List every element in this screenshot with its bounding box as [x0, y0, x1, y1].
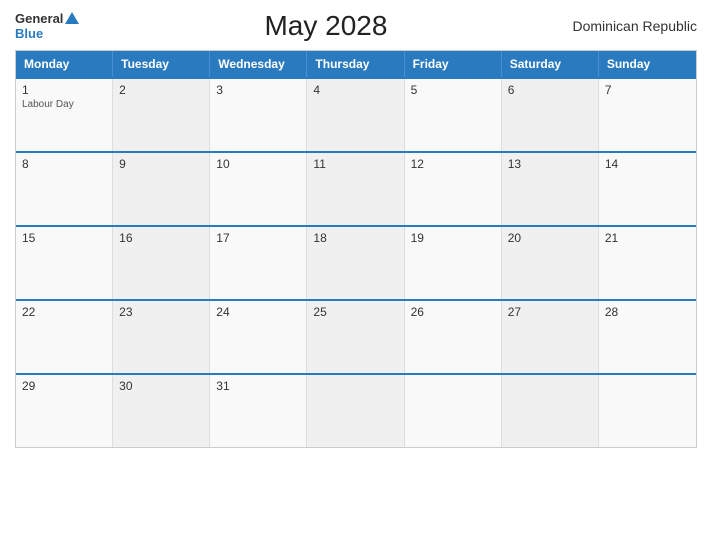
day-number: 10	[216, 157, 300, 171]
day-number: 15	[22, 231, 106, 245]
calendar-cell	[502, 375, 599, 447]
header-cell-thursday: Thursday	[307, 51, 404, 77]
calendar-cell: 12	[405, 153, 502, 225]
calendar-cell: 22	[16, 301, 113, 373]
day-number: 27	[508, 305, 592, 319]
calendar-cell: 23	[113, 301, 210, 373]
day-number: 14	[605, 157, 690, 171]
calendar-cell: 28	[599, 301, 696, 373]
header-cell-wednesday: Wednesday	[210, 51, 307, 77]
day-number: 13	[508, 157, 592, 171]
day-number: 1	[22, 83, 106, 97]
day-number: 25	[313, 305, 397, 319]
header-cell-tuesday: Tuesday	[113, 51, 210, 77]
header-cell-saturday: Saturday	[502, 51, 599, 77]
day-number: 9	[119, 157, 203, 171]
calendar-cell: 8	[16, 153, 113, 225]
calendar-cell: 10	[210, 153, 307, 225]
calendar-week-3: 15 16 17 18 19 20 21	[16, 225, 696, 299]
header-cell-sunday: Sunday	[599, 51, 696, 77]
calendar-cell: 26	[405, 301, 502, 373]
header-cell-monday: Monday	[16, 51, 113, 77]
calendar-cell: 11	[307, 153, 404, 225]
day-number: 31	[216, 379, 300, 393]
page-header: General Blue May 2028 Dominican Republic	[15, 10, 697, 42]
calendar-week-1: 1 Labour Day 234567	[16, 77, 696, 151]
calendar-cell: 1 Labour Day	[16, 79, 113, 151]
day-event: Labour Day	[22, 99, 106, 110]
header-cell-friday: Friday	[405, 51, 502, 77]
calendar-cell: 18	[307, 227, 404, 299]
calendar-cell	[405, 375, 502, 447]
day-number: 19	[411, 231, 495, 245]
day-number: 26	[411, 305, 495, 319]
calendar-cell: 27	[502, 301, 599, 373]
calendar-cell: 14	[599, 153, 696, 225]
calendar-cell: 31	[210, 375, 307, 447]
calendar-cell: 3	[210, 79, 307, 151]
day-number: 3	[216, 83, 300, 97]
calendar-cell: 20	[502, 227, 599, 299]
day-number: 4	[313, 83, 397, 97]
calendar-body: 1Labour Day23456789101112131415161718192…	[16, 77, 696, 447]
logo-blue-text: Blue	[15, 26, 43, 41]
calendar-week-5: 29 30 31	[16, 373, 696, 447]
calendar-cell: 4	[307, 79, 404, 151]
day-number: 21	[605, 231, 690, 245]
calendar-week-4: 22 23 24 25 26 27 28	[16, 299, 696, 373]
logo-general-text: General	[15, 11, 63, 26]
day-number: 30	[119, 379, 203, 393]
calendar-cell: 13	[502, 153, 599, 225]
day-number: 18	[313, 231, 397, 245]
logo: General Blue	[15, 11, 79, 41]
day-number: 16	[119, 231, 203, 245]
day-number: 29	[22, 379, 106, 393]
calendar-cell: 6	[502, 79, 599, 151]
day-number: 6	[508, 83, 592, 97]
calendar-cell: 19	[405, 227, 502, 299]
calendar-header: MondayTuesdayWednesdayThursdayFridaySatu…	[16, 51, 696, 77]
day-number: 17	[216, 231, 300, 245]
day-number: 28	[605, 305, 690, 319]
calendar-cell: 21	[599, 227, 696, 299]
calendar-cell: 29	[16, 375, 113, 447]
day-number: 5	[411, 83, 495, 97]
calendar-cell: 30	[113, 375, 210, 447]
calendar-cell: 5	[405, 79, 502, 151]
calendar-cell: 17	[210, 227, 307, 299]
calendar-cell: 7	[599, 79, 696, 151]
country-name: Dominican Republic	[572, 18, 697, 34]
day-number: 7	[605, 83, 690, 97]
logo-triangle-icon	[65, 12, 79, 24]
calendar-cell: 24	[210, 301, 307, 373]
calendar-cell	[599, 375, 696, 447]
calendar-cell: 9	[113, 153, 210, 225]
calendar-cell: 25	[307, 301, 404, 373]
calendar-cell: 15	[16, 227, 113, 299]
day-number: 22	[22, 305, 106, 319]
calendar-cell: 16	[113, 227, 210, 299]
day-number: 11	[313, 157, 397, 171]
calendar-cell	[307, 375, 404, 447]
calendar-title: May 2028	[264, 10, 387, 42]
day-number: 23	[119, 305, 203, 319]
day-number: 8	[22, 157, 106, 171]
day-number: 2	[119, 83, 203, 97]
day-number: 20	[508, 231, 592, 245]
day-number: 24	[216, 305, 300, 319]
calendar-cell: 2	[113, 79, 210, 151]
day-number: 12	[411, 157, 495, 171]
calendar-week-2: 89 10 11 12 13 14	[16, 151, 696, 225]
calendar: MondayTuesdayWednesdayThursdayFridaySatu…	[15, 50, 697, 448]
